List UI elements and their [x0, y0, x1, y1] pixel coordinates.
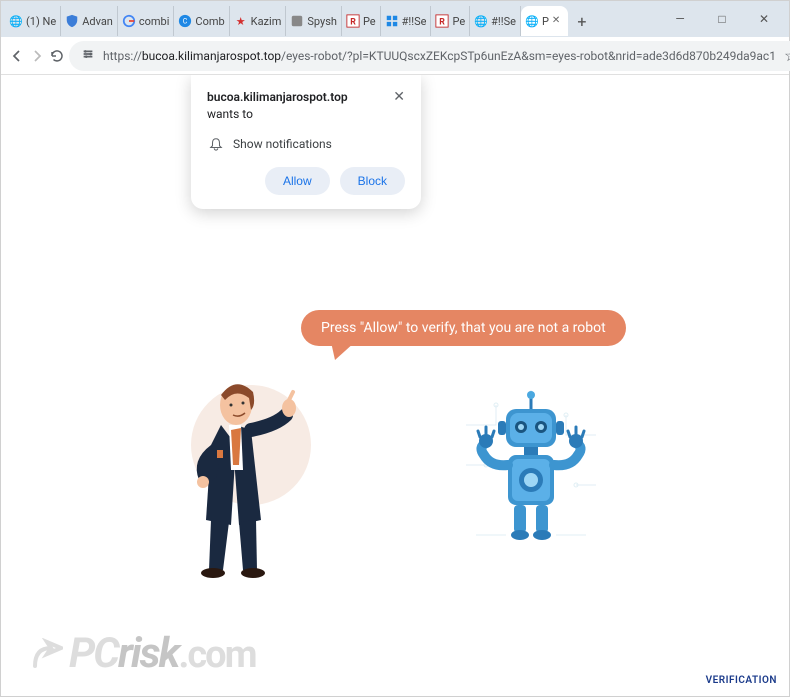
- tab-6[interactable]: R Pe: [342, 6, 381, 36]
- bell-icon: [209, 137, 223, 151]
- browser-window: 🌐 (1) Ne Advan combi C Comb ★ Kazim Sp: [0, 0, 790, 697]
- verification-label: VERIFICATION: [706, 675, 777, 686]
- speech-bubble: Press "Allow" to verify, that you are no…: [301, 310, 626, 346]
- allow-button[interactable]: Allow: [265, 167, 330, 195]
- url-text: https://bucoa.kilimanjarospot.top/eyes-r…: [103, 49, 776, 63]
- shield-icon: [65, 14, 79, 28]
- google-icon: [122, 14, 136, 28]
- tabs-area: 🌐 (1) Ne Advan combi C Comb ★ Kazim Sp: [5, 1, 659, 37]
- permission-title: bucoa.kilimanjarospot.top wants to: [207, 89, 348, 123]
- globe-icon: 🌐: [9, 14, 23, 28]
- tab-8[interactable]: R Pe: [431, 6, 470, 36]
- reload-button[interactable]: [49, 42, 65, 70]
- watermark-logo: PCrisk.com: [31, 629, 256, 678]
- globe-icon: 🌐: [474, 14, 488, 28]
- robot-illustration: [456, 385, 606, 555]
- star-red-icon: ★: [234, 14, 248, 28]
- tab-4[interactable]: ★ Kazim: [230, 6, 287, 36]
- r-icon: R: [346, 14, 360, 28]
- tab-7[interactable]: #!!Se: [381, 6, 432, 36]
- tab-10-active[interactable]: 🌐 P ✕: [521, 6, 568, 36]
- cc-gray-icon: [290, 14, 304, 28]
- block-button[interactable]: Block: [340, 167, 405, 195]
- arrow-icon: [31, 638, 63, 670]
- tab-1[interactable]: Advan: [61, 6, 118, 36]
- close-window-button[interactable]: ✕: [743, 3, 785, 35]
- tab-3[interactable]: C Comb: [174, 6, 229, 36]
- maximize-button[interactable]: □: [701, 3, 743, 35]
- permission-dialog: bucoa.kilimanjarospot.top wants to ✕ Sho…: [191, 75, 421, 209]
- grid-blue-icon: [385, 14, 399, 28]
- close-dialog-icon[interactable]: ✕: [393, 89, 405, 105]
- man-illustration: [181, 370, 321, 580]
- back-button[interactable]: [9, 42, 25, 70]
- bookmark-star-icon[interactable]: ☆: [784, 46, 790, 65]
- toolbar: https://bucoa.kilimanjarospot.top/eyes-r…: [1, 37, 789, 75]
- page-content: bucoa.kilimanjarospot.top wants to ✕ Sho…: [1, 75, 789, 696]
- close-tab-icon[interactable]: ✕: [552, 15, 564, 27]
- title-bar: 🌐 (1) Ne Advan combi C Comb ★ Kazim Sp: [1, 1, 789, 37]
- tab-5[interactable]: Spysh: [286, 6, 342, 36]
- forward-button[interactable]: [29, 42, 45, 70]
- tab-2[interactable]: combi: [118, 6, 175, 36]
- window-controls: — □ ✕: [659, 3, 785, 35]
- tab-9[interactable]: 🌐 #!!Se: [470, 6, 521, 36]
- permission-body: Show notifications: [207, 137, 405, 151]
- r-icon: R: [435, 14, 449, 28]
- svg-text:R: R: [440, 18, 446, 28]
- globe-icon: 🌐: [525, 14, 539, 28]
- site-settings-icon[interactable]: [81, 47, 95, 65]
- svg-text:R: R: [350, 18, 356, 28]
- cc-blue-icon: C: [178, 14, 192, 28]
- minimize-button[interactable]: —: [659, 3, 701, 35]
- address-bar[interactable]: https://bucoa.kilimanjarospot.top/eyes-r…: [69, 41, 790, 71]
- svg-text:C: C: [183, 18, 188, 26]
- tab-0[interactable]: 🌐 (1) Ne: [5, 6, 61, 36]
- new-tab-button[interactable]: +: [568, 7, 596, 35]
